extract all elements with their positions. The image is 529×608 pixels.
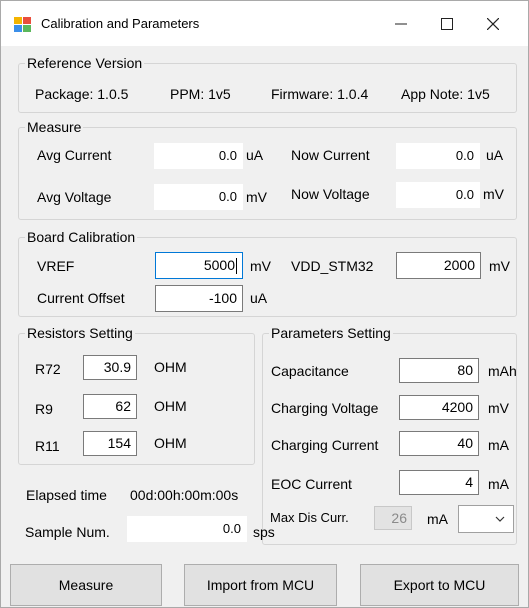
board-calibration-legend: Board Calibration [27,229,136,245]
elapsed-time-value: 00d:00h:00m:00s [130,487,239,503]
avg-voltage-value: 0.0 [154,184,243,210]
eoc-current-label: EOC Current [271,476,352,492]
capacitance-input[interactable]: 80 [399,358,479,383]
now-current-label: Now Current [291,147,370,163]
avg-voltage-label: Avg Voltage [37,189,112,205]
minimize-icon [395,23,407,25]
export-to-mcu-button[interactable]: Export to MCU [360,564,519,606]
r9-input[interactable]: 62 [83,394,137,419]
now-voltage-unit: mV [483,186,504,202]
resistors-legend: Resistors Setting [27,325,133,341]
charging-current-unit: mA [488,437,509,453]
sample-num-label: Sample Num. [25,524,110,540]
charging-voltage-input[interactable]: 4200 [399,395,479,420]
r72-input[interactable]: 30.9 [83,355,137,380]
calibration-window: Calibration and Parameters Reference Ver… [0,0,529,608]
max-dis-curr-select[interactable] [458,505,514,533]
vref-value: 5000 [203,257,235,273]
package-version: Package: 1.0.5 [35,86,129,102]
window-title: Calibration and Parameters [41,16,200,31]
max-dis-curr-label: Max Dis Curr. [270,510,349,525]
eoc-current-input[interactable]: 4 [399,470,479,495]
r72-label: R72 [35,361,61,377]
charging-current-label: Charging Current [271,437,379,453]
charging-voltage-label: Charging Voltage [271,400,379,416]
vref-label: VREF [37,258,75,274]
capacitance-unit: mAh [488,363,517,379]
vdd-stm32-unit: mV [489,258,510,274]
ppm-version: PPM: 1v5 [170,86,231,102]
reference-version-legend: Reference Version [27,55,143,71]
eoc-current-unit: mA [488,476,509,492]
vref-input[interactable]: 5000 [155,252,243,279]
max-dis-curr-input: 26 [374,506,412,530]
chevron-down-icon [495,516,505,522]
charging-current-input[interactable]: 40 [399,431,479,456]
r9-label: R9 [35,401,53,417]
r11-label: R11 [35,438,60,454]
current-offset-unit: uA [250,290,268,306]
r11-unit: OHM [154,435,187,451]
title-bar[interactable]: Calibration and Parameters [1,1,528,46]
sample-num-unit: sps [253,524,275,540]
app-note-version: App Note: 1v5 [401,86,490,102]
current-offset-input[interactable]: -100 [155,285,243,312]
max-dis-curr-unit: mA [427,511,448,527]
avg-current-unit: uA [246,147,264,163]
now-current-value: 0.0 [396,143,480,169]
avg-voltage-unit: mV [246,189,267,205]
import-from-mcu-button[interactable]: Import from MCU [184,564,337,606]
measure-button[interactable]: Measure [10,564,162,606]
parameters-legend: Parameters Setting [271,325,391,341]
reference-version-group: Reference Version [18,55,517,113]
charging-voltage-unit: mV [488,400,509,416]
sample-num-value: 0.0 [127,516,247,542]
close-button[interactable] [470,1,516,46]
r11-input[interactable]: 154 [83,431,137,456]
current-offset-label: Current Offset [37,290,125,306]
r72-unit: OHM [154,359,187,375]
firmware-version: Firmware: 1.0.4 [271,86,369,102]
maximize-icon [441,18,453,31]
now-voltage-label: Now Voltage [291,186,370,202]
vdd-stm32-input[interactable]: 2000 [396,252,481,279]
close-icon [486,17,500,31]
capacitance-label: Capacitance [271,363,349,379]
now-current-unit: uA [486,147,504,163]
now-voltage-value: 0.0 [396,182,480,208]
r9-unit: OHM [154,398,187,414]
maximize-button[interactable] [424,1,470,46]
vdd-stm32-label: VDD_STM32 [291,258,374,274]
elapsed-time-label: Elapsed time [26,487,107,503]
avg-current-label: Avg Current [37,147,112,163]
minimize-button[interactable] [378,1,424,46]
measure-legend: Measure [27,119,82,135]
avg-current-value: 0.0 [154,143,243,169]
app-icon [14,17,31,32]
vref-unit: mV [250,258,271,274]
